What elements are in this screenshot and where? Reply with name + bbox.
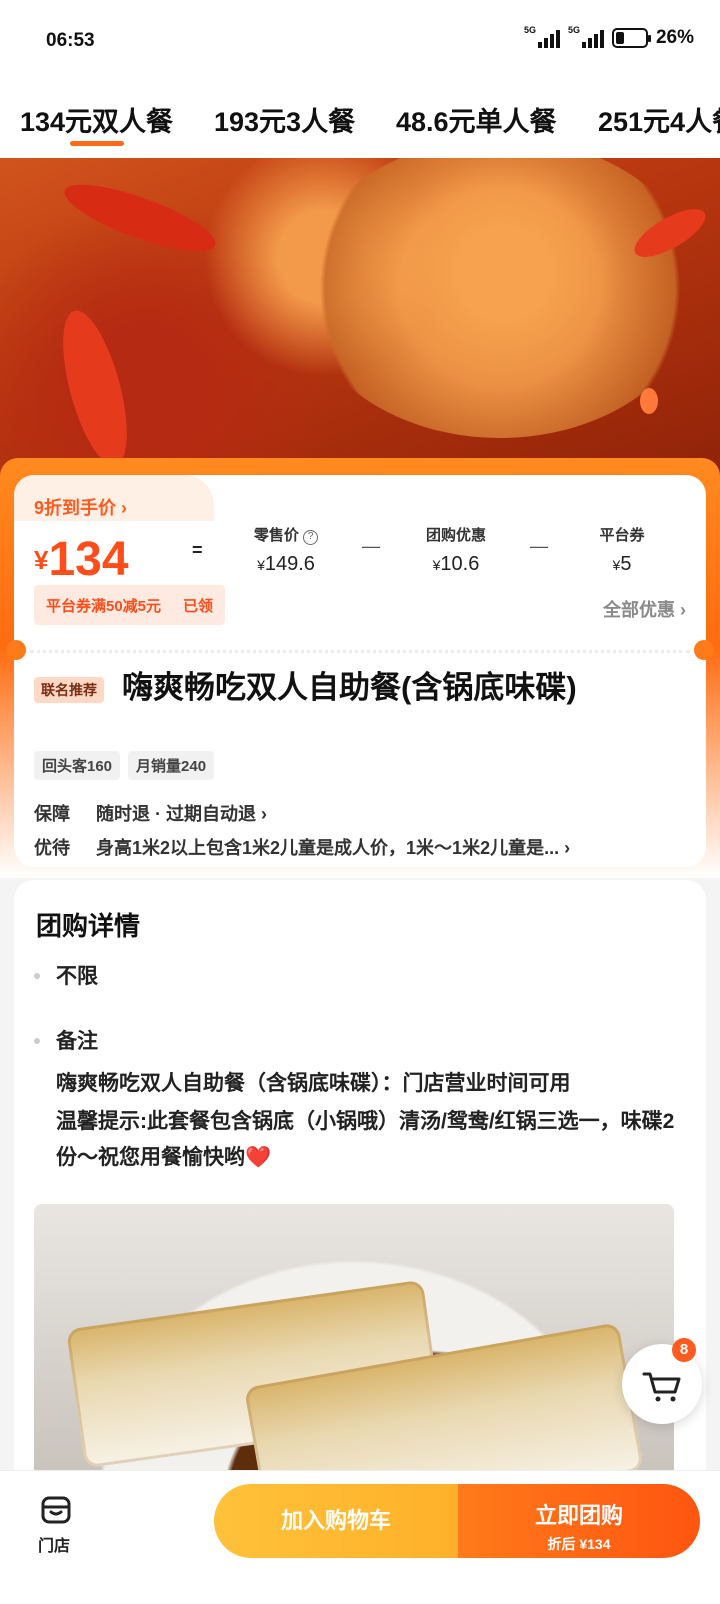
retail-price[interactable]: 零售价 ? ¥149.6 — [226, 524, 346, 576]
recommend-badge: 联名推荐 — [34, 677, 104, 703]
detail-note: 嗨爽畅吃双人自助餐（含锅底味碟）：门店营业时间可用 — [56, 1072, 571, 1095]
cart-count-badge: 8 — [672, 1338, 696, 1362]
status-icons: 5G 5G 26% — [524, 25, 694, 49]
discount-price-link[interactable]: 9折到手价 › — [34, 494, 127, 520]
hero-food-image[interactable] — [0, 158, 720, 488]
coupon-text: 平台券满50减5元 — [46, 597, 162, 615]
signal-icon: 5G — [524, 25, 560, 48]
package-tabs: 134元双人餐 193元3人餐 48.6元单人餐 251元4人餐 — [0, 80, 720, 158]
product-tags: 回头客160 月销量240 — [34, 751, 215, 780]
tag-monthly-sales: 月销量240 — [128, 751, 215, 780]
final-price: ¥134 — [34, 533, 129, 586]
coupon-chip[interactable]: 平台券满50减5元 已领 — [34, 585, 226, 625]
guarantee-row[interactable]: 保障 随时退 · 过期自动退 › — [34, 800, 267, 826]
status-time: 06:53 — [46, 30, 95, 51]
minus-sign: — — [362, 536, 380, 556]
equals-sign: = — [192, 540, 203, 560]
store-icon — [41, 1496, 71, 1524]
active-tab-indicator — [70, 141, 124, 146]
buy-now-button[interactable]: 立即团购 折后 ¥134 — [458, 1484, 700, 1558]
group-discount: 团购优惠 ¥10.6 — [425, 527, 486, 575]
divider — [30, 650, 690, 653]
minus-sign: — — [530, 536, 548, 556]
platform-coupon: 平台券 ¥5 — [599, 527, 645, 575]
ticket-notch-left — [6, 640, 26, 660]
battery-icon — [611, 28, 651, 48]
detail-food-image[interactable] — [34, 1204, 674, 1474]
detail-tip: 温馨提示:此套餐包含锅底（小锅哦）清汤/鸳鸯/红锅三选一，味碟2份～祝您用餐愉快… — [56, 1110, 675, 1169]
detail-title: 团购详情 — [36, 911, 141, 941]
sales-badge: 半年售 1000+ — [586, 479, 702, 500]
help-icon: ? — [303, 530, 319, 545]
tab-193-three[interactable]: 193元3人餐 — [214, 100, 355, 139]
tag-returning: 回头客160 — [34, 751, 121, 780]
product-title: 嗨爽畅吃双人自助餐(含锅底味碟) — [122, 670, 577, 705]
detail-bullet: 不限 — [34, 960, 98, 990]
all-offers-link[interactable]: 全部优惠 › — [603, 596, 686, 622]
tab-48-single[interactable]: 48.6元单人餐 — [396, 100, 557, 139]
ticket-notch-right — [694, 640, 714, 660]
status-bar: 06:53 5G 5G 26% — [0, 0, 720, 80]
tab-134-double[interactable]: 134元双人餐 — [20, 100, 173, 139]
add-to-cart-button[interactable]: 加入购物车 — [214, 1484, 458, 1558]
battery-percent: 26% — [655, 27, 694, 48]
signal-icon: 5G — [568, 25, 604, 48]
coupon-status: 已领 — [183, 597, 214, 615]
benefit-row[interactable]: 优待 身高1米2以上包含1米2儿童是成人价，1米～1米2儿童是... › — [34, 834, 570, 860]
detail-bullet: 备注 — [34, 1025, 98, 1055]
store-button[interactable] — [36, 1492, 76, 1533]
tab-251-four[interactable]: 251元4人餐 — [598, 100, 720, 139]
store-label[interactable]: 门店 — [38, 1532, 70, 1556]
